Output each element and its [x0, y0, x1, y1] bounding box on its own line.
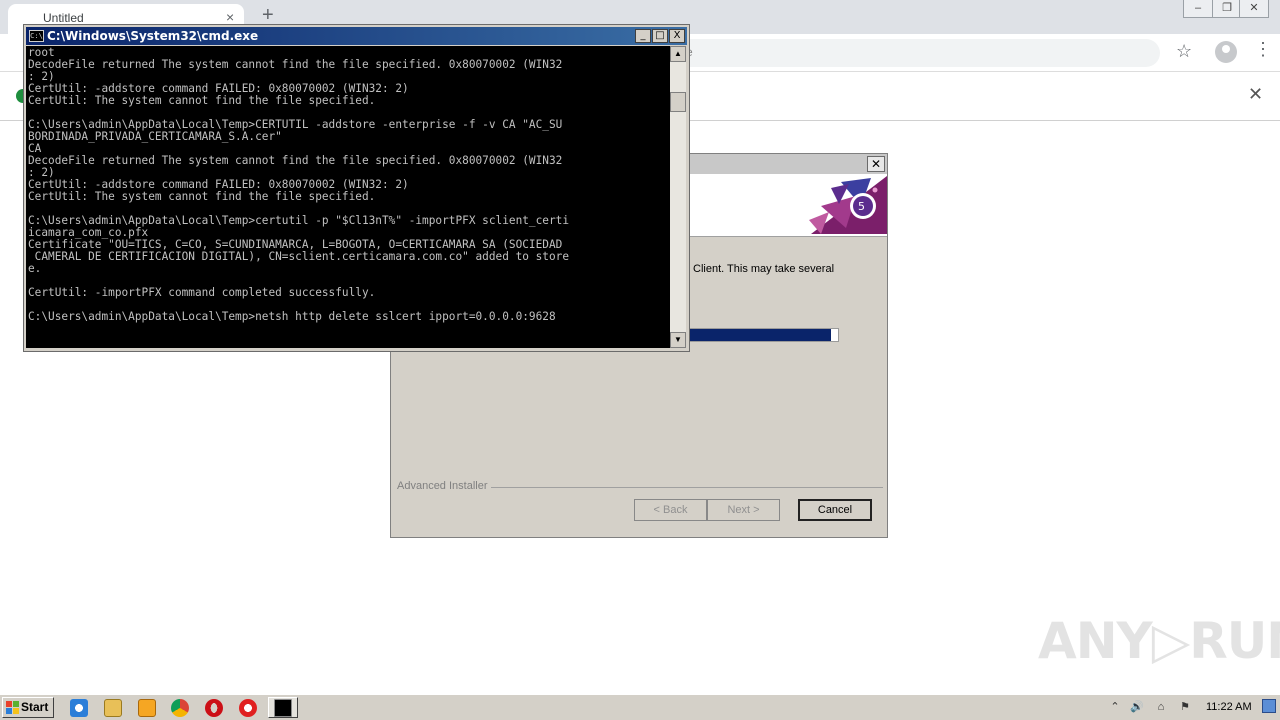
opera-icon[interactable]: [205, 699, 223, 717]
cmd-window-icon: C:\: [29, 30, 44, 42]
volume-icon[interactable]: 🔊: [1130, 700, 1144, 714]
certicamara-logo-icon: 5: [801, 176, 887, 234]
cmd-line: CAMERAL DE CERTIFICACION DIGITAL), CN=sc…: [28, 250, 569, 263]
cmd-line: e.: [28, 262, 42, 275]
scroll-down-icon[interactable]: ▼: [670, 332, 686, 348]
installer-separator: [491, 487, 883, 488]
installer-progress-bar: [689, 328, 839, 342]
cancel-button[interactable]: Cancel: [798, 499, 872, 521]
profile-avatar-icon[interactable]: [1215, 41, 1237, 63]
tab-title: Untitled: [43, 11, 84, 25]
anyrun-watermark: ANY▷RUN: [1038, 612, 1280, 670]
cmd-console[interactable]: root DecodeFile returned The system canno…: [26, 46, 670, 348]
explorer-icon[interactable]: [104, 699, 122, 717]
cmd-line: BORDINADA_PRIVADA_CERTICAMARA_S.A.cer": [28, 130, 282, 143]
cmd-scrollbar[interactable]: ▲ ▼: [670, 46, 686, 348]
restore-button[interactable]: ❐: [1212, 0, 1242, 18]
infobar-close-icon[interactable]: ✕: [1248, 84, 1263, 105]
browser-menu-icon[interactable]: ⋮: [1254, 39, 1272, 60]
tray-expand-icon[interactable]: ⌃: [1108, 700, 1122, 714]
cmd-title: C:\Windows\System32\cmd.exe: [47, 29, 259, 43]
network-icon[interactable]: ⌂: [1154, 700, 1168, 714]
back-button[interactable]: < Back: [634, 499, 707, 521]
svg-text:5: 5: [858, 200, 865, 213]
action-center-flag-icon[interactable]: ⚑: [1178, 700, 1192, 714]
clock[interactable]: 11:22 AM: [1206, 701, 1252, 713]
cmd-icon: [274, 699, 292, 717]
scroll-up-icon[interactable]: ▲: [670, 46, 686, 62]
show-desktop-icon[interactable]: [1262, 699, 1276, 713]
installer-close-button[interactable]: ✕: [867, 156, 885, 172]
minimize-button[interactable]: ‒: [1183, 0, 1213, 18]
bookmark-star-icon[interactable]: ☆: [1176, 41, 1192, 62]
ie-icon[interactable]: [70, 699, 88, 717]
cmd-line: CertUtil: The system cannot find the fil…: [28, 94, 376, 107]
cmd-close-button[interactable]: X: [669, 29, 685, 43]
cmd-line: CertUtil: -importPFX command completed s…: [28, 286, 376, 299]
installer-status-text: Client. This may take several: [693, 263, 835, 275]
cmd-output: root DecodeFile returned The system canno…: [28, 47, 668, 323]
tab-close-icon[interactable]: ×: [226, 9, 234, 25]
windows-logo-icon: [6, 701, 19, 714]
start-button[interactable]: Start: [2, 697, 54, 718]
cmd-window: C:\ C:\Windows\System32\cmd.exe _ □ X ro…: [23, 24, 690, 352]
taskbar: Start ⌃ 🔊 ⌂ ⚑ 11:22 AM: [0, 694, 1280, 720]
next-button[interactable]: Next >: [707, 499, 780, 521]
cmd-maximize-button[interactable]: □: [652, 29, 668, 43]
cmd-line: CertUtil: The system cannot find the fil…: [28, 190, 376, 203]
media-player-icon[interactable]: [138, 699, 156, 717]
cmd-minimize-button[interactable]: _: [635, 29, 651, 43]
close-window-button[interactable]: ✕: [1239, 0, 1269, 18]
installer-brand-label: Advanced Installer: [397, 480, 488, 492]
cmd-titlebar[interactable]: C:\ C:\Windows\System32\cmd.exe _ □ X: [26, 27, 687, 45]
scroll-thumb[interactable]: [670, 92, 686, 112]
cmd-line: DecodeFile returned The system cannot fi…: [28, 154, 563, 167]
progress-fill: [690, 329, 831, 341]
cmd-line: DecodeFile returned The system cannot fi…: [28, 58, 563, 71]
system-tray: ⌃ 🔊 ⌂ ⚑ 11:22 AM: [1104, 697, 1258, 718]
chrome-icon[interactable]: [171, 699, 189, 717]
start-label: Start: [21, 700, 49, 714]
record-icon[interactable]: [239, 699, 257, 717]
cmd-taskbar-button[interactable]: [268, 697, 298, 718]
cmd-line: C:\Users\admin\AppData\Local\Temp>netsh …: [28, 310, 556, 323]
